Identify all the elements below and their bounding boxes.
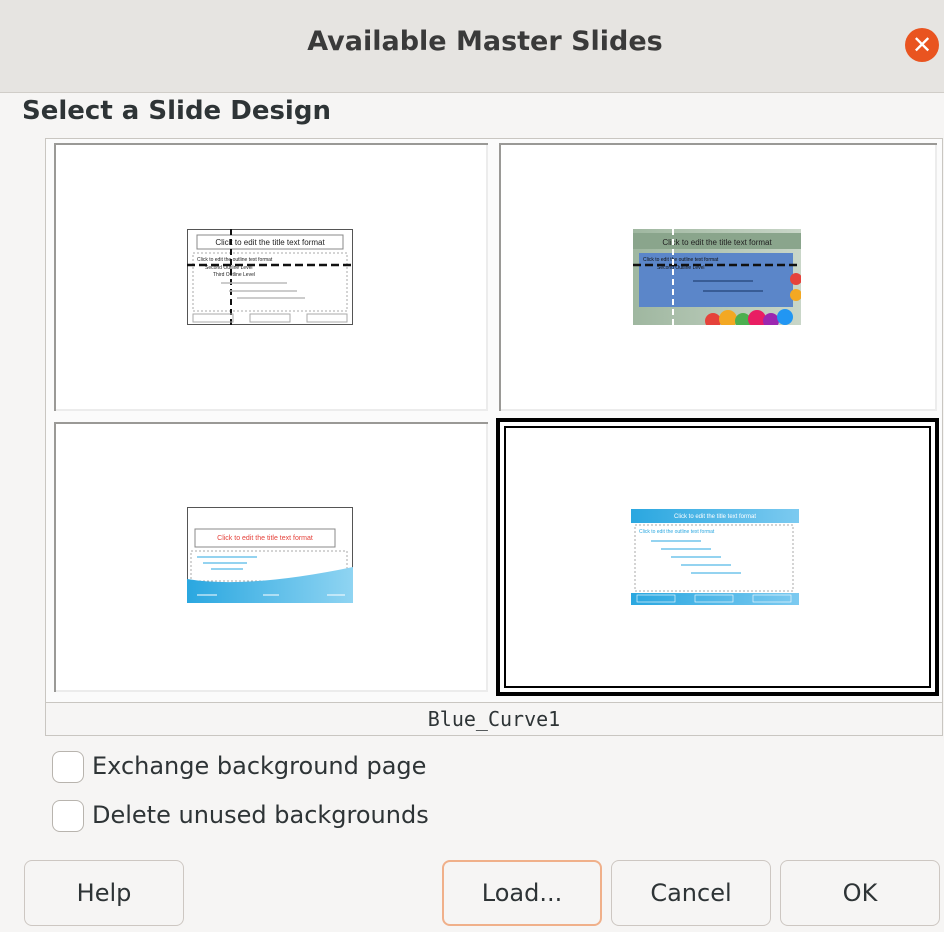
exchange-background-label[interactable]: Exchange background page <box>92 752 426 780</box>
thumb-outline-text: Click to edit the outline text format <box>643 257 719 263</box>
delete-unused-label[interactable]: Delete unused backgrounds <box>92 801 429 829</box>
exchange-background-checkbox[interactable] <box>52 751 84 783</box>
cancel-button[interactable]: Cancel <box>611 860 771 926</box>
design-thumbnail-selected[interactable]: Click to edit the title text format Clic… <box>496 418 939 696</box>
slide-preview: Click to edit the title text format Clic… <box>187 229 353 325</box>
delete-unused-checkbox[interactable] <box>52 800 84 832</box>
slide-preview: Click to edit the title text format Clic… <box>631 509 799 605</box>
thumb-outline-text: Click to edit the outline text format <box>197 257 273 263</box>
thumb-title-text: Click to edit the title text format <box>662 238 772 247</box>
ok-button[interactable]: OK <box>780 860 940 926</box>
close-icon[interactable]: ✕ <box>905 28 939 62</box>
selected-design-name-bar: Blue_Curve1 <box>45 702 943 736</box>
thumb-title-text: Click to edit the title text format <box>674 514 756 520</box>
thumb-level3-text: Third Outline Level <box>213 272 255 278</box>
design-thumbnail[interactable]: Click to edit the title text format Clic… <box>54 143 488 411</box>
section-heading: Select a Slide Design <box>22 96 331 126</box>
dialog-title: Available Master Slides <box>307 26 663 57</box>
help-button[interactable]: Help <box>24 860 184 926</box>
design-thumbnail[interactable]: Click to edit the title text format <box>54 422 488 692</box>
title-bar: Available Master Slides ✕ <box>0 0 944 93</box>
thumb-outline-text: Click to edit the outline text format <box>639 529 715 535</box>
design-thumbnail[interactable]: Click to edit the title text format Clic… <box>499 143 937 411</box>
load-button[interactable]: Load... <box>442 860 602 926</box>
thumb-title-text: Click to edit the title text format <box>217 535 313 542</box>
master-slides-dialog: Available Master Slides ✕ Select a Slide… <box>0 0 944 932</box>
slide-design-grid: Click to edit the title text format Clic… <box>45 138 943 705</box>
slide-preview: Click to edit the title text format Clic… <box>633 229 801 325</box>
selected-design-name: Blue_Curve1 <box>427 707 561 731</box>
slide-preview: Click to edit the title text format <box>187 507 353 603</box>
